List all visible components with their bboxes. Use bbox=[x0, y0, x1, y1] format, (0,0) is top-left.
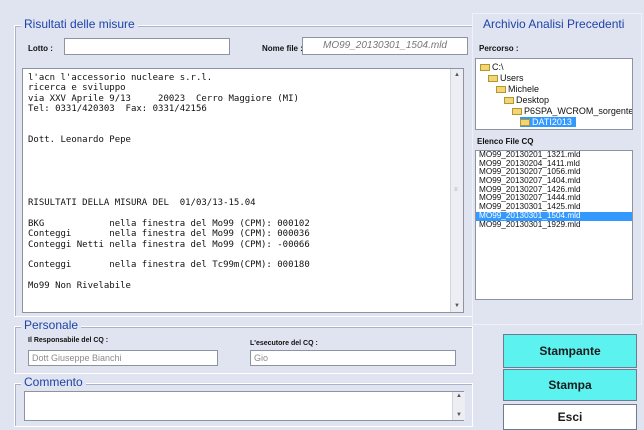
report-scrollbar[interactable]: ▲ ≡ ▼ bbox=[450, 69, 463, 312]
commento-group-title: Commento bbox=[21, 375, 86, 389]
report-line: Mo99 Non Rivelabile bbox=[28, 281, 131, 292]
report-textarea[interactable]: l'acn l'accessorio nucleare s.r.l. ricerc… bbox=[22, 68, 464, 313]
report-line bbox=[28, 115, 447, 125]
tree-node[interactable]: C:\ bbox=[480, 62, 508, 72]
report-text: l'acn l'accessorio nucleare s.r.l. ricerc… bbox=[28, 73, 447, 292]
report-line bbox=[28, 208, 447, 218]
esci-button[interactable]: Esci bbox=[503, 404, 637, 430]
report-line bbox=[28, 250, 447, 260]
tree-node-label: Desktop bbox=[516, 95, 550, 105]
folder-icon bbox=[504, 97, 514, 104]
percorso-label: Percorso : bbox=[479, 44, 519, 53]
nome-file-field[interactable]: MO99_20130301_1504.mld bbox=[302, 37, 468, 55]
commento-scroll-up-icon[interactable]: ▲ bbox=[453, 392, 465, 401]
report-line bbox=[28, 177, 447, 187]
report-line bbox=[28, 271, 447, 281]
tree-node-label: P6SPA_WCROM_sorgente bbox=[524, 106, 633, 116]
stampa-button[interactable]: Stampa bbox=[503, 369, 637, 401]
report-line: l'acn l'accessorio nucleare s.r.l. bbox=[28, 73, 213, 83]
folder-icon bbox=[488, 75, 498, 82]
file-list[interactable]: MO99_20130201_1321.mld MO99_20130204_1411… bbox=[475, 150, 633, 300]
folder-icon bbox=[512, 108, 522, 115]
report-line bbox=[28, 156, 447, 166]
folder-tree[interactable]: C:\ Users Michele Desktop P6SPA_WCROM_sorgen… bbox=[475, 58, 633, 130]
esecutore-input[interactable]: Gio bbox=[250, 350, 456, 366]
scroll-grip-icon[interactable]: ≡ bbox=[454, 187, 458, 193]
report-line bbox=[28, 125, 447, 135]
results-group-title: Risultati delle misure bbox=[21, 17, 138, 31]
commento-scroll-down-icon[interactable]: ▼ bbox=[453, 411, 465, 420]
report-line: BKG nella finestra del Mo99 (CPM): 00010… bbox=[28, 218, 310, 229]
nome-file-label: Nome file : bbox=[262, 44, 303, 53]
esecutore-label: L'esecutore del CQ : bbox=[250, 340, 318, 347]
report-line: Conteggi nella finestra del Mo99 (CPM): … bbox=[28, 229, 310, 240]
report-line bbox=[28, 187, 447, 197]
folder-icon bbox=[520, 119, 530, 126]
report-line: via XXV Aprile 9/13 20023 Cerro Maggiore… bbox=[28, 93, 299, 104]
lotto-label: Lotto : bbox=[28, 44, 53, 53]
folder-icon bbox=[496, 86, 506, 93]
scroll-down-arrow-icon[interactable]: ▼ bbox=[451, 300, 463, 312]
report-line bbox=[28, 146, 447, 156]
tree-node-label: DATI2013 bbox=[532, 117, 572, 127]
report-line: Dott. Leonardo Pepe bbox=[28, 135, 131, 146]
tree-node[interactable]: DATI2013 bbox=[520, 117, 576, 127]
report-line: Conteggi Netti nella finestra del Mo99 (… bbox=[28, 239, 310, 250]
report-line: ricerca e sviluppo bbox=[28, 83, 126, 94]
report-line: Conteggi nella finestra del Tc99m(CPM): … bbox=[28, 260, 310, 271]
responsabile-label: Il Responsabile del CQ : bbox=[28, 337, 109, 344]
responsabile-input[interactable]: Dott Giuseppe Bianchi bbox=[28, 350, 218, 366]
tree-node[interactable]: P6SPA_WCROM_sorgente bbox=[512, 106, 633, 116]
stampante-button[interactable]: Stampante bbox=[503, 334, 637, 368]
file-list-item[interactable]: MO99_20130301_1929.mld bbox=[476, 220, 632, 230]
tree-node-label: Users bbox=[500, 73, 524, 83]
lotto-input[interactable] bbox=[64, 38, 230, 55]
tree-node[interactable]: Users bbox=[488, 73, 528, 83]
report-line: Tel: 0331/420303 Fax: 0331/42156 bbox=[28, 104, 207, 115]
report-line bbox=[28, 167, 447, 177]
archivio-title: Archivio Analisi Precedenti bbox=[483, 17, 625, 31]
elenco-file-label: Elenco File CQ bbox=[477, 137, 534, 146]
tree-node[interactable]: Michele bbox=[496, 84, 543, 94]
tree-node-label: Michele bbox=[508, 84, 540, 94]
folder-icon bbox=[480, 64, 490, 71]
report-line: RISULTATI DELLA MISURA DEL 01/03/13-15.0… bbox=[28, 197, 256, 208]
scroll-up-arrow-icon[interactable]: ▲ bbox=[451, 69, 463, 81]
tree-node-label: C:\ bbox=[492, 62, 504, 72]
commento-textarea[interactable] bbox=[24, 391, 464, 421]
tree-node[interactable]: Desktop bbox=[504, 95, 553, 105]
personale-group-title: Personale bbox=[21, 318, 82, 332]
commento-scrollbar[interactable]: ▲ ▼ bbox=[452, 392, 465, 420]
